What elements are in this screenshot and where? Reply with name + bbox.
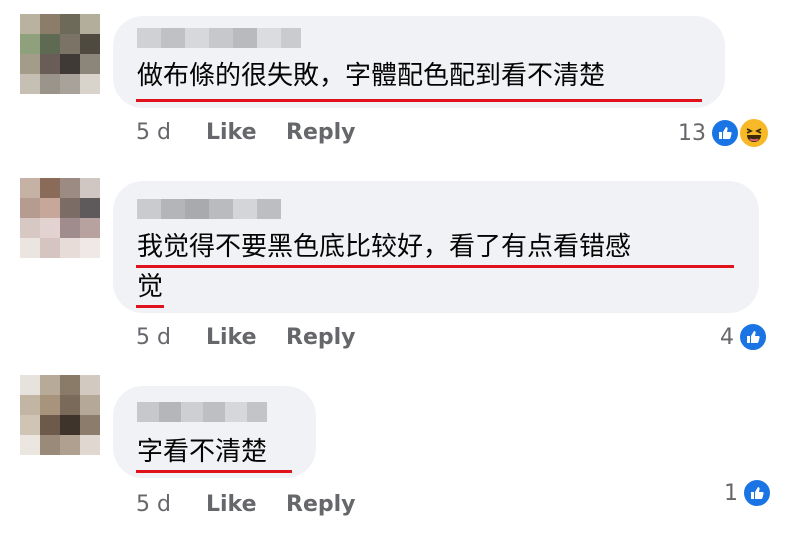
highlight-underline [136,470,292,473]
like-button[interactable]: Like [206,120,257,145]
reply-button[interactable]: Reply [286,120,356,145]
comment-bubble: 我觉得不要黑色底比较好，看了有点看错感 觉 [113,181,759,313]
timestamp[interactable]: 5 d [136,120,171,145]
comment-text-line: 我觉得不要黑色底比较好，看了有点看错感 [137,232,632,262]
reply-button[interactable]: Reply [286,325,356,350]
reaction-count: 1 [724,480,738,506]
comment-text-line: 做布條的很失敗，字體配色配到看不清楚 [137,61,606,91]
avatar[interactable] [20,14,100,94]
author-name-blurred[interactable] [137,199,281,219]
highlight-underline [136,305,164,308]
like-button[interactable]: Like [206,492,257,517]
comment-text: 字看不清楚 [137,432,267,472]
highlight-underline [136,99,702,102]
timestamp[interactable]: 5 d [136,325,171,350]
like-button[interactable]: Like [206,325,257,350]
comment-text-line: 觉 [137,272,164,302]
avatar[interactable] [20,178,100,258]
reaction-summary[interactable]: 4 [720,322,768,352]
comment-bubble: 字看不清楚 [113,386,316,478]
comment-text-line: 字看不清楚 [137,437,268,467]
timestamp[interactable]: 5 d [136,492,171,517]
haha-icon [738,117,770,149]
comment-bubble: 做布條的很失敗，字體配色配到看不清楚 [113,16,725,108]
like-icon [710,118,740,148]
author-name-blurred[interactable] [137,28,301,48]
highlight-underline [136,265,734,268]
author-name-blurred[interactable] [137,402,267,422]
comment-text: 做布條的很失敗，字體配色配到看不清楚 [137,56,605,96]
reply-button[interactable]: Reply [286,492,356,517]
like-icon [738,322,768,352]
reaction-count: 13 [678,120,706,146]
like-icon [742,478,772,508]
reaction-summary[interactable]: 13 [678,117,770,149]
reaction-count: 4 [720,324,734,350]
avatar[interactable] [20,375,100,455]
reaction-summary[interactable]: 1 [724,478,772,508]
